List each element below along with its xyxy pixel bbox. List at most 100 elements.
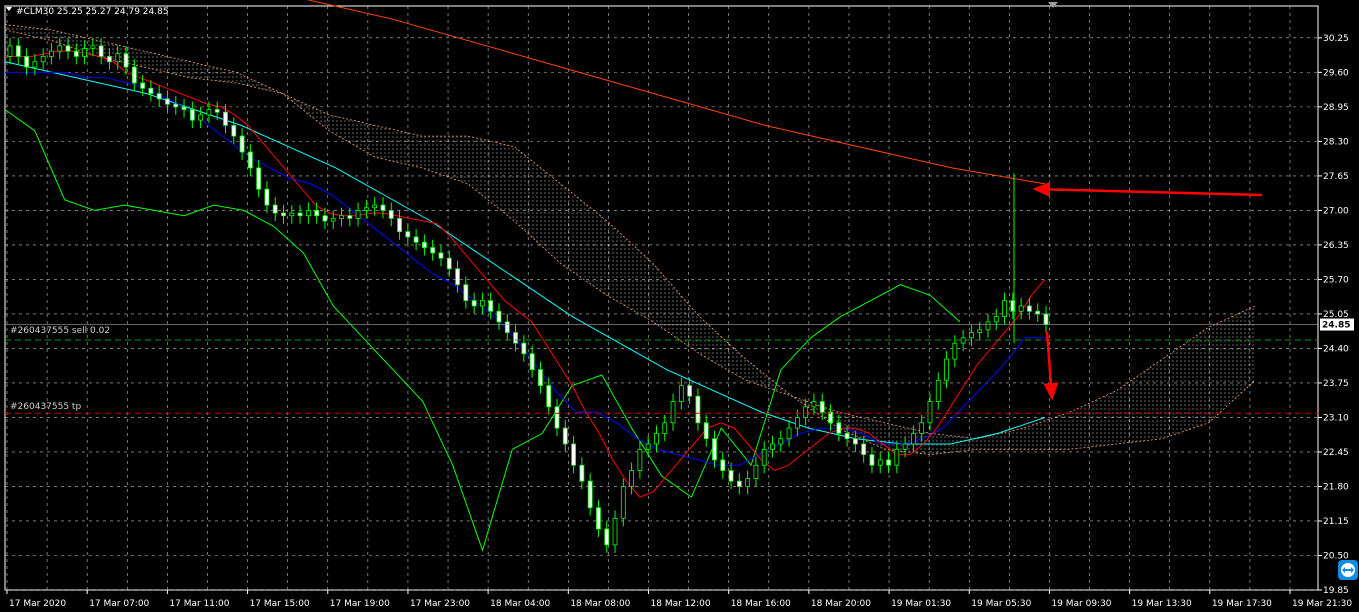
candle-body: [206, 109, 212, 116]
candle-body: [413, 236, 419, 243]
y-tick-label: 28.95: [1323, 103, 1349, 113]
candle-body: [1035, 310, 1041, 315]
candle-body: [214, 109, 220, 113]
y-tick-label: 20.50: [1323, 551, 1349, 561]
x-tick-label: 17 Mar 15:00: [250, 599, 310, 609]
candle-body: [1043, 313, 1049, 325]
tp-order-label: #260437555 tp: [10, 402, 81, 412]
chart-header: #CLM30 25.25 25.27 24.79 24.85: [6, 7, 169, 17]
candle-body: [239, 135, 245, 153]
candle-body: [828, 411, 833, 424]
candle-body: [73, 50, 79, 57]
symbol-quote-text: #CLM30 25.25 25.27 24.79 24.85: [16, 7, 169, 17]
x-tick-label: 19 Mar 09:30: [1051, 599, 1111, 609]
candle-body: [919, 422, 925, 434]
candle-body: [305, 209, 311, 217]
candle-body: [662, 422, 668, 434]
candle-body: [488, 300, 494, 312]
candle-body: [65, 45, 71, 52]
candle-body: [90, 45, 96, 49]
candle-body: [32, 61, 38, 68]
y-tick-label: 23.10: [1323, 413, 1349, 423]
candle-body: [794, 417, 800, 429]
y-tick-label: 29.60: [1323, 68, 1349, 78]
candle-body: [314, 209, 320, 217]
candle-body: [960, 337, 966, 344]
candle-body: [165, 98, 170, 105]
candle-body: [736, 480, 742, 487]
candle-body: [148, 87, 154, 94]
candle-body: [969, 332, 974, 339]
x-tick-label: 17 Mar 07:00: [89, 599, 149, 609]
candle-body: [173, 103, 179, 108]
candle-body: [546, 385, 552, 408]
candle-body: [695, 395, 701, 424]
candle-body: [480, 300, 485, 307]
y-tick-label: 21.80: [1323, 482, 1349, 492]
candle-body: [339, 215, 344, 219]
candle-body: [952, 342, 958, 360]
candle-body: [604, 528, 610, 546]
x-tick-label: 19 Mar 21:30: [1292, 599, 1352, 609]
teamviewer-icon[interactable]: [1338, 560, 1358, 580]
chart-canvas[interactable]: #260437555 sell 0.02 #260437555 tp 30.25 2…: [0, 0, 1359, 612]
candle-body: [430, 247, 436, 254]
candle-body: [156, 93, 162, 100]
x-tick-label: 18 Mar 16:00: [731, 599, 791, 609]
candle-body: [712, 438, 717, 461]
candle-body: [40, 56, 46, 63]
candle-body: [637, 448, 643, 471]
candle-body: [131, 66, 137, 84]
candle-body: [231, 125, 237, 137]
candle-body: [289, 212, 295, 217]
candle-body: [529, 353, 535, 371]
candle-body: [330, 217, 336, 222]
candle-body: [703, 422, 709, 440]
candle-body: [24, 56, 29, 68]
candle-body: [123, 53, 129, 68]
candle-body: [181, 106, 187, 110]
x-tick-label: 18 Mar 08:00: [570, 599, 630, 609]
x-tick-label: 17 Mar 19:00: [330, 599, 390, 609]
candle-body: [471, 300, 477, 307]
candle-body: [107, 56, 112, 63]
candle-body: [82, 48, 87, 57]
candle-body: [463, 284, 469, 302]
y-tick-label: 19.85: [1323, 586, 1349, 596]
candle-body: [264, 188, 270, 206]
candle-body: [15, 45, 21, 57]
candle-body: [579, 464, 585, 482]
x-tick-label: 19 Mar 13:30: [1132, 599, 1192, 609]
candle-body: [645, 443, 651, 450]
candle-body: [115, 53, 121, 63]
y-tick-label: 21.15: [1323, 517, 1349, 527]
candle-body: [761, 448, 767, 466]
candle-body: [7, 45, 13, 57]
candle-body: [363, 207, 369, 211]
y-tick-label: 23.75: [1323, 379, 1349, 389]
candle-body: [803, 406, 809, 418]
candle-body: [223, 111, 228, 126]
candle-body: [455, 268, 460, 286]
candle-body: [778, 438, 784, 445]
candle-body: [819, 401, 825, 413]
current-price-label: 24.85: [1322, 321, 1350, 331]
candle-body: [189, 109, 195, 121]
candle-body: [496, 310, 502, 323]
candle-body: [513, 332, 518, 344]
candle-body: [1027, 305, 1032, 312]
candle-body: [877, 459, 883, 466]
candle-body: [57, 45, 63, 52]
candle-body: [438, 252, 444, 259]
candle-body: [140, 82, 146, 89]
candle-body: [869, 454, 875, 466]
candle-body: [380, 204, 386, 211]
candle-body: [985, 321, 991, 331]
candle-body: [347, 215, 353, 219]
candle-body: [687, 385, 693, 397]
candle-body: [355, 209, 361, 219]
candle-body: [745, 478, 751, 487]
candle-body: [861, 443, 867, 456]
candle-body: [670, 401, 676, 424]
candle-body: [98, 45, 104, 57]
